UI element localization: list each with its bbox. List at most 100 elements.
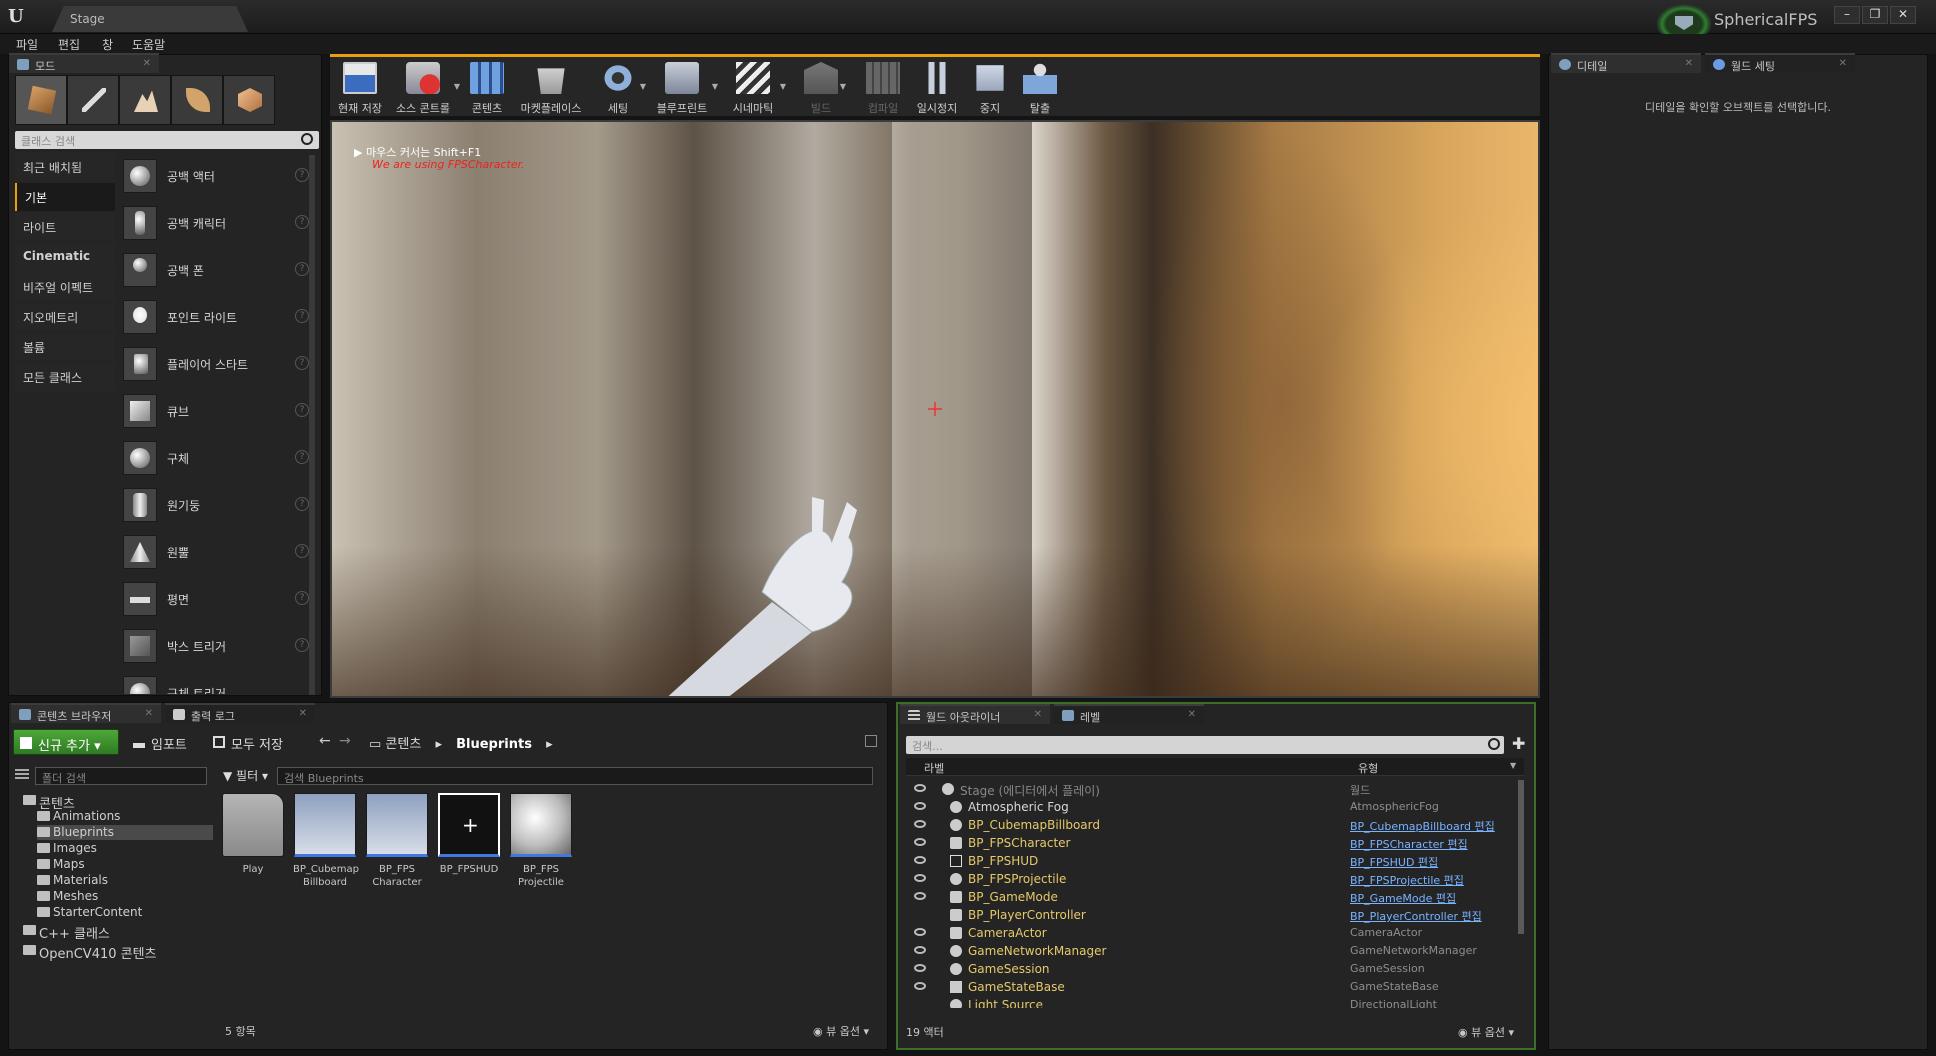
edit-blueprint-link[interactable]: BP_FPSHUD 편집 — [1350, 854, 1438, 870]
place-item-player-start[interactable]: 플레이어 스타트? — [119, 343, 315, 387]
place-item-plane[interactable]: 평면? — [119, 578, 315, 622]
place-item-box-trigger[interactable]: 박스 트리거? — [119, 625, 315, 669]
outliner-row[interactable]: Atmospheric Fog AtmosphericFog — [906, 798, 1514, 816]
help-icon[interactable]: ? — [295, 403, 309, 417]
dropdown-arrow-icon[interactable]: ▼ — [712, 82, 718, 91]
place-item-sphere-trigger[interactable]: 구체 트리거 — [119, 672, 315, 694]
foliage-mode-button[interactable] — [171, 75, 223, 125]
help-icon[interactable]: ? — [295, 638, 309, 652]
dropdown-arrow-icon[interactable]: ▼ — [840, 82, 846, 91]
asset-search-input[interactable]: 검색 Blueprints — [277, 767, 873, 785]
visibility-eye-icon[interactable] — [914, 946, 926, 954]
lock-icon[interactable] — [865, 735, 877, 747]
tab-modes[interactable]: 모드 ✕ — [9, 53, 159, 73]
help-icon[interactable]: ? — [295, 356, 309, 370]
build-button[interactable]: 빌드 ▼ — [800, 60, 846, 116]
edit-blueprint-link[interactable]: BP_PlayerController 편집 — [1350, 908, 1482, 924]
add-actor-icon[interactable]: ✚ — [1512, 734, 1525, 753]
view-options-button[interactable]: ◉ 뷰 옵션 ▾ — [1458, 1024, 1514, 1040]
column-label-header[interactable]: 라벨 — [924, 760, 944, 776]
outliner-search-input[interactable]: 검색... — [906, 736, 1504, 754]
menu-help[interactable]: 도움말 — [132, 36, 165, 53]
tree-item-animations[interactable]: Animations — [37, 809, 120, 824]
outliner-scrollbar[interactable] — [1518, 780, 1524, 934]
breadcrumb-current[interactable]: Blueprints — [456, 737, 532, 752]
category-all-classes[interactable]: 모든 클래스 — [15, 363, 115, 391]
place-item-cone[interactable]: 원뿔? — [119, 531, 315, 575]
close-icon[interactable]: ✕ — [143, 58, 151, 69]
outliner-row[interactable]: BP_GameMode BP_GameMode 편집 — [906, 888, 1514, 906]
close-icon[interactable]: ✕ — [299, 708, 307, 719]
tree-item-starter-content[interactable]: StarterContent — [37, 905, 142, 920]
close-window-button[interactable]: ✕ — [1890, 6, 1916, 24]
place-item-point-light[interactable]: 포인트 라이트? — [119, 296, 315, 340]
visibility-eye-icon[interactable] — [914, 874, 926, 882]
save-all-button[interactable]: 모두 저장 — [207, 729, 291, 755]
filter-button[interactable]: ▼ 필터 ▾ — [223, 767, 268, 784]
visibility-eye-icon[interactable] — [914, 928, 926, 936]
outliner-row[interactable]: GameSession GameSession — [906, 960, 1514, 978]
outliner-row[interactable]: BP_FPSProjectile BP_FPSProjectile 편집 — [906, 870, 1514, 888]
category-visual-effects[interactable]: 비주얼 이펙트 — [15, 273, 115, 301]
place-item-cube[interactable]: 큐브? — [119, 390, 315, 434]
settings-button[interactable]: 세팅 ▼ — [594, 60, 646, 116]
category-cinematic[interactable]: Cinematic — [15, 243, 115, 271]
tab-levels[interactable]: 레벨 ✕ — [1054, 704, 1204, 724]
category-recent[interactable]: 최근 배치됨 — [15, 153, 115, 181]
close-icon[interactable]: ✕ — [1685, 58, 1693, 69]
minimize-button[interactable]: – — [1834, 6, 1860, 24]
outliner-row[interactable]: BP_FPSCharacter BP_FPSCharacter 편집 — [906, 834, 1514, 852]
forward-arrow-icon[interactable]: → — [339, 733, 351, 749]
modes-scrollbar[interactable] — [309, 155, 315, 695]
tab-world-settings[interactable]: 월드 세팅 ✕ — [1705, 53, 1855, 73]
dropdown-arrow-icon[interactable]: ▼ — [640, 82, 646, 91]
visibility-eye-icon[interactable] — [914, 802, 926, 810]
category-volumes[interactable]: 볼륨 — [15, 333, 115, 361]
place-item-cylinder[interactable]: 원기둥? — [119, 484, 315, 528]
add-new-button[interactable]: 신규 추가 ▾ — [13, 729, 119, 755]
tab-details[interactable]: 디테일 ✕ — [1551, 53, 1701, 73]
tree-item-cpp-classes[interactable]: C++ 클래스 — [23, 923, 110, 942]
edit-blueprint-link[interactable]: BP_FPSProjectile 편집 — [1350, 872, 1464, 888]
help-icon[interactable]: ? — [295, 450, 309, 464]
visibility-eye-icon[interactable] — [914, 964, 926, 972]
asset-bp-cubemap-billboard[interactable]: BP_Cubemap Billboard — [293, 793, 359, 893]
outliner-row[interactable]: BP_PlayerController BP_PlayerController 편… — [906, 906, 1514, 924]
pause-button[interactable]: 일시정지 — [912, 60, 962, 116]
outliner-row[interactable]: CameraActor CameraActor — [906, 924, 1514, 942]
help-icon[interactable]: ? — [295, 544, 309, 558]
help-icon[interactable]: ? — [295, 497, 309, 511]
back-arrow-icon[interactable]: ← — [319, 733, 331, 749]
place-item-sphere[interactable]: 구체? — [119, 437, 315, 481]
place-item-empty-pawn[interactable]: 공백 폰? — [119, 249, 315, 293]
close-icon[interactable]: ✕ — [1034, 709, 1042, 720]
content-button[interactable]: 콘텐츠 — [464, 60, 510, 116]
outliner-row[interactable]: GameStateBase GameStateBase — [906, 978, 1514, 996]
asset-play-folder[interactable]: Play — [221, 793, 285, 893]
tree-item-blueprints[interactable]: Blueprints — [37, 825, 213, 840]
category-basic[interactable]: 기본 — [15, 183, 115, 211]
close-icon[interactable]: ✕ — [145, 708, 153, 719]
outliner-row[interactable]: BP_FPSHUD BP_FPSHUD 편집 — [906, 852, 1514, 870]
marketplace-button[interactable]: 마켓플레이스 — [514, 60, 588, 116]
help-icon[interactable]: ? — [295, 215, 309, 229]
outliner-row[interactable]: BP_CubemapBillboard BP_CubemapBillboard 편… — [906, 816, 1514, 834]
edit-blueprint-link[interactable]: BP_GameMode 편집 — [1350, 890, 1456, 906]
class-search-input[interactable]: 클래스 검색 — [15, 131, 319, 149]
visibility-eye-icon[interactable] — [914, 820, 926, 828]
visibility-eye-icon[interactable] — [914, 892, 926, 900]
tree-item-opencv-content[interactable]: OpenCV410 콘텐츠 — [23, 943, 157, 962]
visibility-eye-icon[interactable] — [914, 982, 926, 990]
source-control-button[interactable]: 소스 콘트롤 ▼ — [390, 60, 460, 116]
landscape-mode-button[interactable] — [119, 75, 171, 125]
place-item-empty-actor[interactable]: 공백 액터? — [119, 155, 315, 199]
tree-item-meshes[interactable]: Meshes — [37, 889, 98, 904]
outliner-row[interactable]: GameNetworkManager GameNetworkManager — [906, 942, 1514, 960]
tree-item-images[interactable]: Images — [37, 841, 97, 856]
dropdown-arrow-icon[interactable]: ▼ — [780, 82, 786, 91]
outliner-row[interactable]: Stage (에디터에서 플레이) 월드 — [906, 780, 1514, 798]
visibility-eye-icon[interactable] — [914, 838, 926, 846]
stop-button[interactable]: 중지 — [970, 60, 1010, 116]
menu-window[interactable]: 창 — [102, 36, 113, 53]
category-lights[interactable]: 라이트 — [15, 213, 115, 241]
